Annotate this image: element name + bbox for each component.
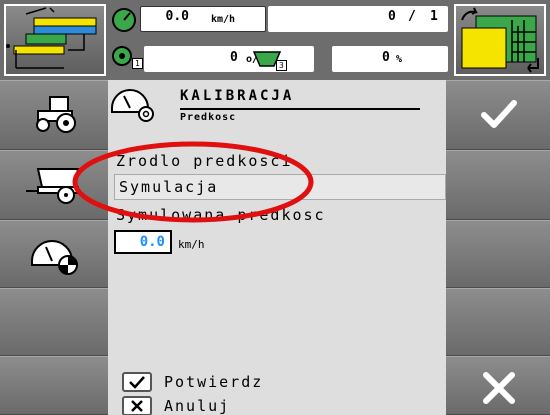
speedometer-small-icon — [110, 6, 138, 32]
field-view-button[interactable] — [454, 4, 546, 76]
terminal-screen: 0.0 km/h 0 / 1 1 0 o/min 3 0 % — [0, 0, 550, 415]
rpm-sensor-index: 1 — [132, 58, 143, 69]
speed-unit: km/h — [211, 14, 236, 25]
rpm-field: 0 o/min — [144, 46, 314, 72]
check-small-icon — [129, 376, 145, 389]
tractor-icon — [36, 96, 76, 133]
tank-percent-value: 0 — [382, 50, 390, 65]
section-map-icon — [6, 7, 97, 69]
cancel-button[interactable]: Anuluj — [122, 396, 322, 415]
calibration-dialog: KALIBRACJA Predkosc Zrodlo predkosci Sym… — [72, 80, 446, 415]
tank-percent-field: 0 % — [332, 46, 448, 72]
counter-field: 0 / 1 — [268, 6, 448, 32]
counter-total: 1 — [430, 9, 438, 24]
check-icon — [481, 100, 517, 128]
page-title: KALIBRACJA — [180, 88, 295, 104]
left-empty-button-2[interactable] — [0, 356, 108, 415]
page-subtitle: Predkosc — [180, 112, 237, 123]
accept-button[interactable] — [446, 80, 550, 150]
simulated-speed-value: 0.0 — [139, 234, 165, 250]
speed-settings-icon — [111, 89, 154, 122]
highlight-circle — [72, 141, 314, 223]
confirm-label: Potwierdz — [164, 373, 264, 391]
tank-index: 3 — [276, 60, 287, 71]
speed-value: 0.0 — [165, 9, 189, 24]
counter-current: 0 — [388, 9, 396, 24]
field-view-icon — [461, 7, 539, 73]
rpm-value: 0 — [230, 50, 238, 65]
cross-icon — [483, 372, 515, 404]
title-divider — [180, 108, 420, 110]
counter-separator: / — [408, 9, 416, 24]
right-empty-button-1[interactable] — [446, 150, 550, 220]
right-empty-button-2[interactable] — [446, 220, 550, 288]
confirm-checkbox — [122, 372, 152, 392]
cancel-side-button[interactable] — [446, 356, 550, 415]
section-map-button[interactable] — [4, 4, 106, 76]
cancel-label: Anuluj — [164, 397, 231, 415]
confirm-button[interactable]: Potwierdz — [122, 372, 322, 394]
tank-percent-unit: % — [396, 54, 403, 65]
speed-field: 0.0 km/h — [140, 6, 266, 32]
simulated-speed-unit: km/h — [178, 238, 205, 251]
speed-calibration-button[interactable] — [0, 220, 108, 288]
simulated-speed-input[interactable]: 0.0 — [114, 230, 172, 254]
speedometer-icon — [31, 240, 78, 275]
cancel-checkbox — [122, 396, 152, 415]
left-empty-button-1[interactable] — [0, 288, 108, 356]
cross-small-icon — [131, 400, 143, 412]
right-empty-button-3[interactable] — [446, 288, 550, 356]
status-bar: 0.0 km/h 0 / 1 1 0 o/min 3 0 % — [106, 0, 454, 80]
